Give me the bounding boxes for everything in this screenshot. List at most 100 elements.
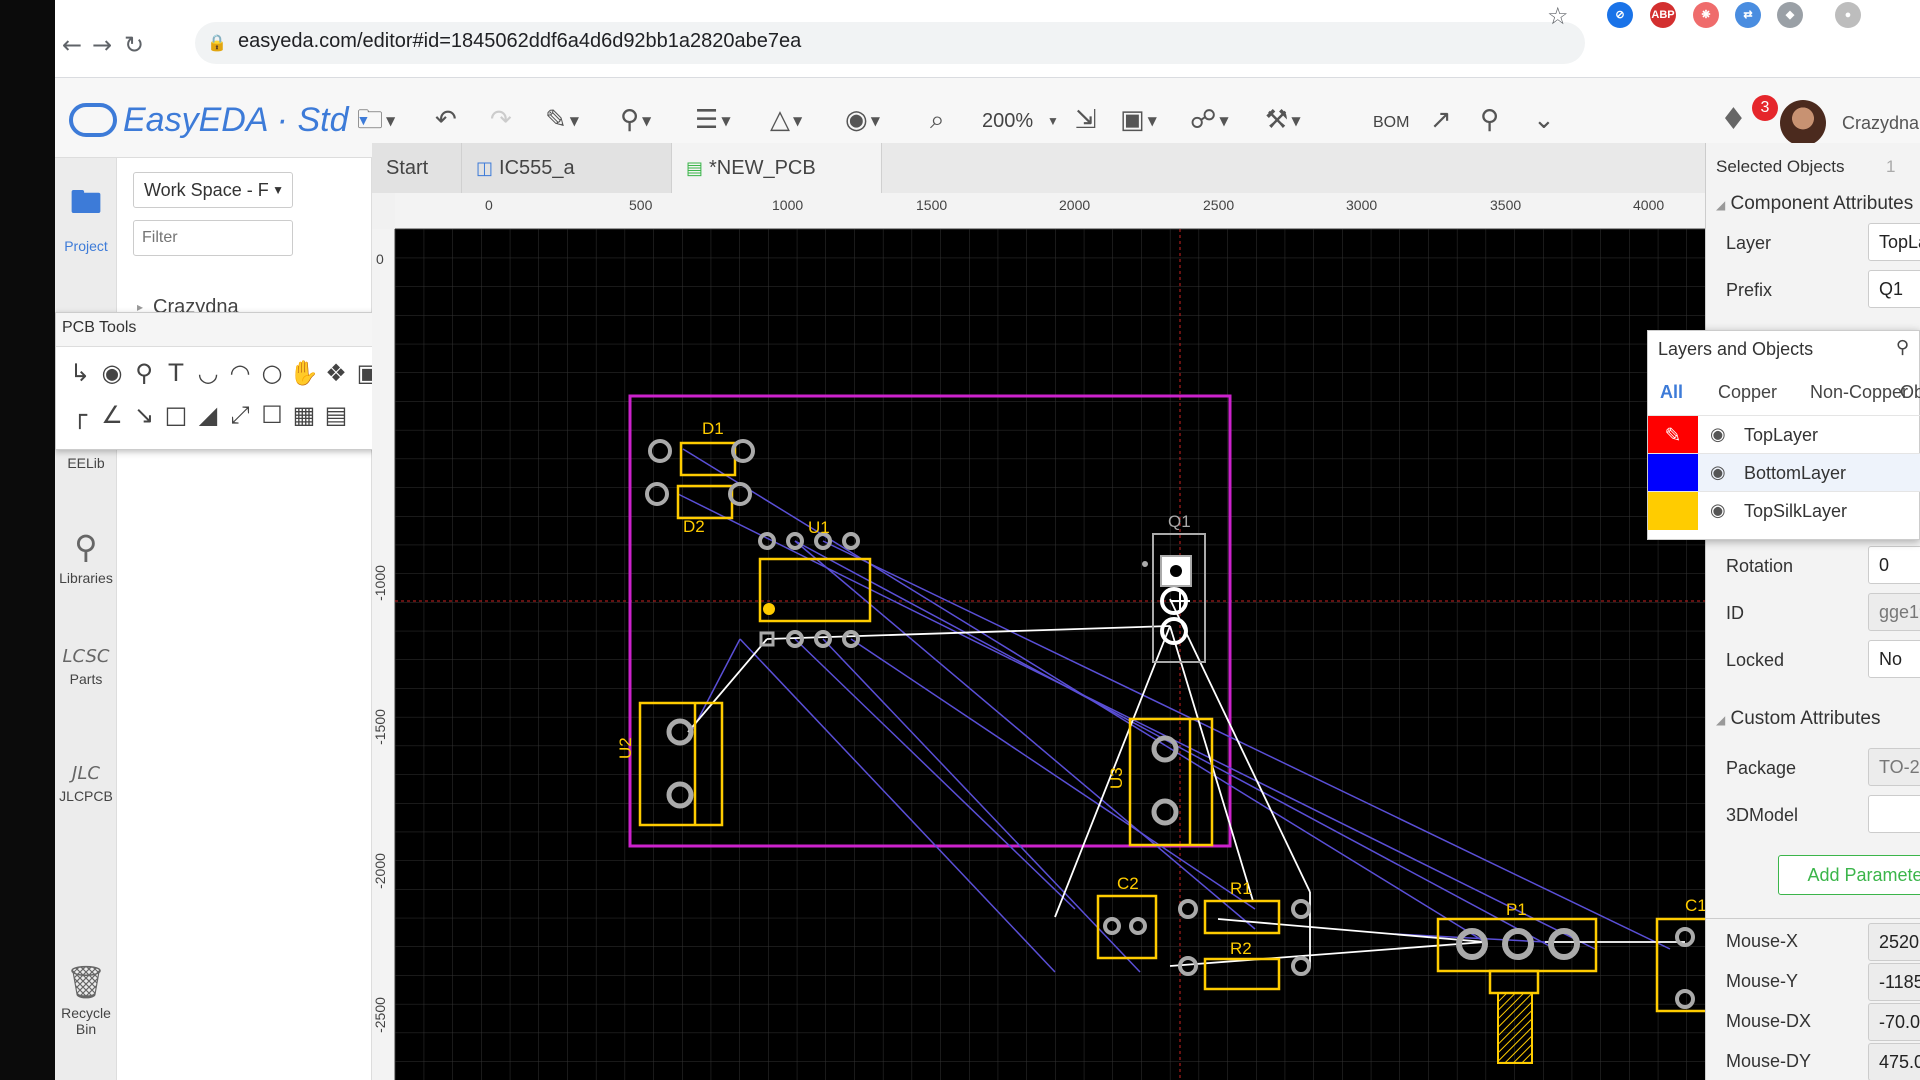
route-menu-button[interactable]: △ ▼ (770, 100, 802, 140)
component-attributes-header[interactable]: ◢ Component Attributes (1716, 193, 1913, 215)
layers-tab-objects[interactable]: Obj (1900, 375, 1920, 409)
profile-icon[interactable]: ● (1835, 2, 1861, 28)
pin-icon[interactable]: ⚲ (1896, 337, 1909, 358)
edit-menu-button[interactable]: ✎ ▼ (545, 100, 579, 140)
layer-name: TopLayer (1744, 425, 1819, 445)
zoom-icon[interactable]: ⌕ (930, 100, 945, 140)
layers-tab-copper[interactable]: Copper (1718, 375, 1777, 409)
vertical-ruler: 0 -1000 -1500 -2000 -2500 (372, 229, 395, 1080)
translate-extension-icon[interactable]: ⇄ (1735, 2, 1761, 28)
track-tool-icon[interactable]: ↳ (64, 357, 96, 389)
label-u2: U2 (616, 737, 635, 759)
libraries-icon: ⚲ (74, 528, 98, 566)
bom-button[interactable]: BOM (1373, 114, 1409, 132)
align-tool-icon[interactable]: ▦ (288, 399, 320, 431)
forward-icon[interactable]: → (87, 30, 117, 60)
bell-icon[interactable]: ♦ (1720, 102, 1747, 137)
eye-icon[interactable]: ◉ (1710, 500, 1726, 521)
nav-libraries[interactable]: ⚲ Libraries (55, 528, 117, 586)
share-tool-button[interactable]: ☍ ▼ (1190, 100, 1229, 140)
measure-tool-icon[interactable]: ⤢ (224, 399, 256, 431)
tab-new-pcb[interactable]: ▤ *NEW_PCB (672, 143, 882, 193)
layer-row-toplayer[interactable]: ✎ ◉ TopLayer (1648, 415, 1920, 454)
label-r2: R2 (1230, 939, 1252, 958)
pad-tool-icon[interactable]: ◉ (96, 357, 128, 389)
camera-menu-button[interactable]: ▣ ▼ (1120, 100, 1157, 140)
layer-name: TopSilkLayer (1744, 501, 1848, 521)
angle-tool-icon[interactable]: ∠ (96, 399, 128, 431)
avatar[interactable] (1780, 100, 1826, 146)
layer-color-swatch[interactable]: ✎ (1648, 416, 1698, 454)
import-button[interactable]: ⇲ (1075, 100, 1097, 140)
label-p1: P1 (1506, 900, 1527, 919)
prefix-field[interactable]: Q1 (1868, 270, 1920, 308)
rectangle-tool-icon[interactable]: ☐ (256, 399, 288, 431)
circle-tool-icon[interactable]: ○ (256, 357, 288, 389)
file-menu-button[interactable]: 🗀 ▼ (357, 100, 395, 140)
rect-corner-tool-icon[interactable]: ┌ (64, 399, 96, 431)
mouse-dx-value: -70.000mil (1868, 1003, 1920, 1041)
select-rect-tool-icon[interactable]: □ (160, 399, 192, 431)
view-menu-button[interactable]: ◉ ▼ (845, 100, 880, 140)
filter-input[interactable] (133, 220, 293, 256)
schematic-icon: ◫ (476, 158, 494, 179)
share-icon[interactable]: ⚲ (1480, 100, 1499, 140)
more-chevron-icon[interactable]: ⌄ (1533, 100, 1555, 140)
tab-start[interactable]: Start (372, 143, 462, 193)
layer-row-bottomlayer[interactable]: ◉ BottomLayer (1648, 453, 1920, 492)
username[interactable]: Crazydna (1842, 113, 1919, 134)
dimension-tool-icon[interactable]: ↘ (128, 399, 160, 431)
layer-label: Layer (1726, 233, 1772, 253)
nav-parts[interactable]: LCSC Parts (55, 646, 117, 687)
custom-attributes-header[interactable]: ◢ Custom Attributes (1716, 708, 1880, 730)
nav-recycle-bin[interactable]: 🗑 Recycle Bin (55, 963, 117, 1037)
export-button[interactable]: ↗ (1430, 100, 1452, 140)
url-text[interactable]: easyeda.com/editor#id=1845062ddf6a4d6d92… (238, 30, 801, 53)
ruler-label: -2500 (371, 997, 388, 1033)
pcb-canvas[interactable]: D1 D2 U1 U2 Q1 U3 C2 R1 R2 P1 C1 (395, 229, 1705, 1080)
tab-ic555[interactable]: ◫ IC555_a (462, 143, 672, 193)
3dmodel-field[interactable] (1868, 795, 1920, 833)
board-outline-tool-icon[interactable]: ▤ (320, 399, 352, 431)
eye-icon[interactable]: ◉ (1710, 462, 1726, 483)
undo-button[interactable]: ↶ (435, 100, 457, 140)
route-icon: △ (770, 105, 790, 135)
layers-tab-non-copper[interactable]: Non-Copper (1810, 375, 1908, 409)
shield-extension-icon[interactable]: ◆ (1777, 2, 1803, 28)
add-parameter-button[interactable]: Add Parameter (1778, 855, 1920, 895)
camera-icon: ▣ (1120, 105, 1145, 135)
layer-color-swatch[interactable] (1648, 492, 1698, 530)
adblock-extension-icon[interactable]: ABP (1650, 2, 1676, 28)
arc-tool-icon[interactable]: ◡ (192, 357, 224, 389)
layer-row-topsilklayer[interactable]: ◉ TopSilkLayer (1648, 491, 1920, 530)
rotation-field[interactable]: 0 (1868, 546, 1920, 584)
workspace-select[interactable]: Work Space - F ▼ (133, 172, 293, 208)
arc2-tool-icon[interactable]: ◠ (224, 357, 256, 389)
text-tool-icon[interactable]: T (160, 357, 192, 389)
locked-field[interactable]: No (1868, 640, 1920, 678)
tools-menu-button[interactable]: ⚒ ▼ (1265, 100, 1301, 140)
nav-eelib[interactable]: EELib (55, 455, 117, 471)
blocker-extension-icon[interactable]: ⊘ (1607, 2, 1633, 28)
layer-field[interactable]: TopLaye (1868, 223, 1920, 261)
align-menu-button[interactable]: ☰ ▼ (695, 100, 731, 140)
place-menu-button[interactable]: ⚲ ▼ (620, 100, 651, 140)
zoom-level[interactable]: 200% (982, 110, 1033, 133)
copper-area-icon[interactable]: ❖ (320, 357, 352, 389)
folder-icon: 🗀 (357, 105, 384, 135)
back-icon[interactable]: ← (57, 30, 87, 60)
hand-tool-icon[interactable]: ✋ (288, 357, 320, 389)
pcb-drawing[interactable]: D1 D2 U1 U2 Q1 U3 C2 R1 R2 P1 C1 (395, 229, 1705, 1080)
extension-icon[interactable]: ❋ (1693, 2, 1719, 28)
reload-icon[interactable]: ↻ (119, 30, 149, 60)
via-tool-icon[interactable]: ⚲ (128, 357, 160, 389)
nav-jlcpcb[interactable]: JLC JLCPCB (55, 763, 117, 804)
solid-region-tool-icon[interactable]: ◢ (192, 399, 224, 431)
redo-button[interactable]: ↷ (490, 100, 512, 140)
layers-tab-all[interactable]: All (1660, 375, 1683, 409)
layer-color-swatch[interactable] (1648, 454, 1698, 492)
nav-project[interactable]: 🖿 Project (55, 180, 117, 254)
zoom-dropdown-icon[interactable]: ▼ (1047, 114, 1059, 128)
eye-icon[interactable]: ◉ (1710, 424, 1726, 445)
bookmark-star-icon[interactable]: ☆ (1547, 2, 1569, 30)
